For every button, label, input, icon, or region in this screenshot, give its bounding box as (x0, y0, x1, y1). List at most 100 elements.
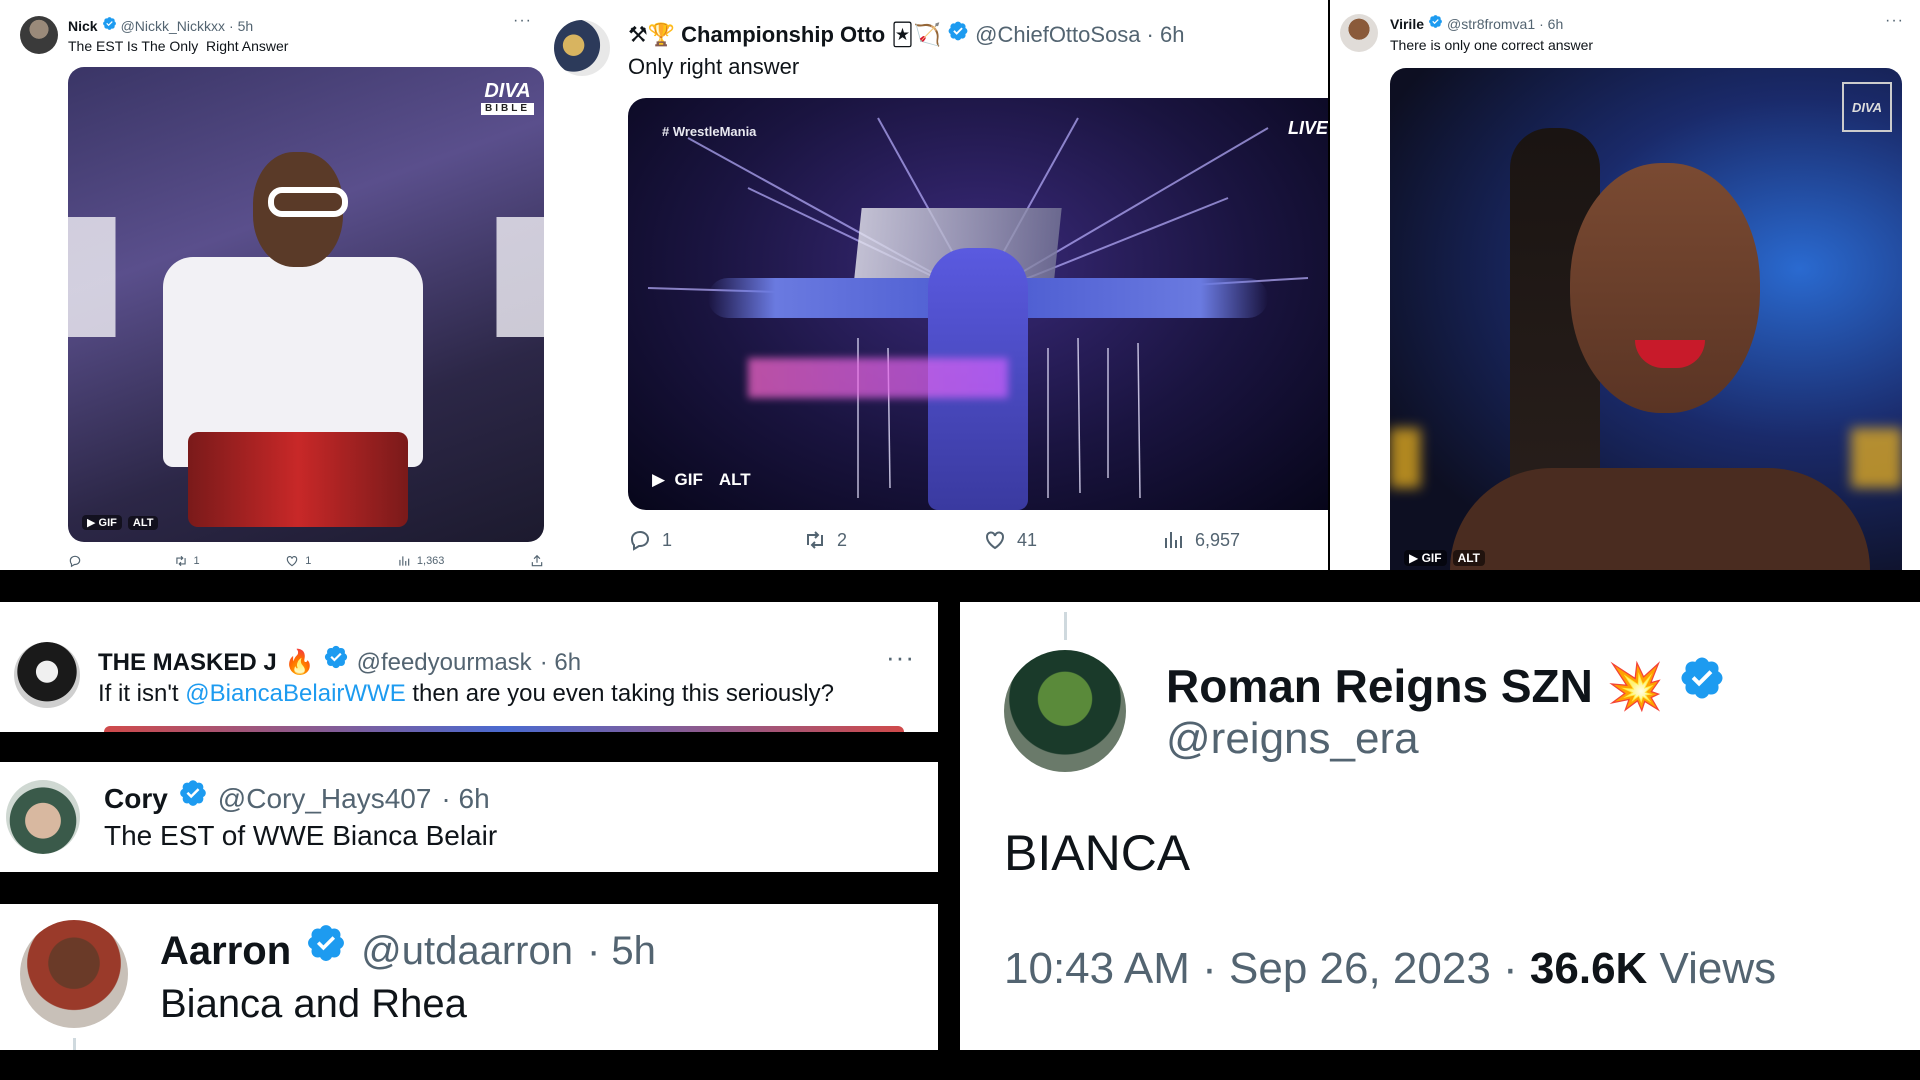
share-icon (530, 554, 544, 568)
wrestlemania-hashtag: # WrestleMania (662, 124, 757, 139)
diva-bible-watermark: DIVA BIBLE (481, 81, 534, 115)
author-name[interactable]: Cory (104, 783, 168, 815)
tweet-text: If it isn't @BiancaBelairWWE then are yo… (98, 680, 834, 707)
alt-text-button[interactable]: ALT (1452, 550, 1486, 566)
play-icon: ▶ (87, 517, 96, 529)
tweet-nick[interactable]: Nick @Nickk_Nickkxx · 5h ··· The EST Is … (0, 0, 548, 570)
diva-watermark: DIVA (1842, 82, 1892, 132)
author-name[interactable]: Championship Otto (681, 22, 885, 48)
person-shoulders (1450, 468, 1870, 570)
author-name[interactable]: Aarron (160, 929, 291, 974)
avatar[interactable] (1004, 650, 1126, 772)
fire-emoji: 🔥 (284, 649, 315, 676)
author-name[interactable]: THE MASKED J (98, 649, 277, 677)
play-icon: ▶ (1409, 551, 1419, 565)
reply-icon (68, 554, 82, 568)
author-name[interactable]: Virile (1390, 16, 1424, 32)
alt-text-button[interactable]: ALT (127, 515, 159, 530)
more-options-icon[interactable]: ··· (886, 642, 915, 673)
alt-text-button[interactable]: ALT (719, 470, 751, 490)
tweet-otto[interactable]: ⚒🏆 Championship Otto 🃏🏹 @ChiefOttoSosa ·… (548, 0, 1328, 570)
play-gif-button[interactable]: ▶ GIF (1404, 550, 1447, 566)
thread-line (1064, 612, 1067, 640)
share-button[interactable] (530, 554, 544, 568)
sunglasses (268, 187, 348, 217)
like-button[interactable]: 1 (285, 554, 311, 568)
tweet-virile[interactable]: Virile @str8fromva1 · 6h ··· There is on… (1330, 0, 1920, 570)
tweet-aarron[interactable]: Aarron @utdaarron · 5h Bianca and Rhea (0, 904, 938, 1050)
live-indicator: LIVE (1287, 118, 1328, 138)
post-time[interactable]: · 6h (540, 649, 581, 677)
like-button[interactable]: 41 (983, 528, 1161, 552)
post-time[interactable]: · 5h (587, 929, 656, 974)
verified-badge-icon (178, 778, 208, 808)
author-handle[interactable]: @reigns_era (1166, 714, 1419, 764)
verified-badge-icon (323, 644, 349, 670)
author-name[interactable]: Roman Reigns SZN (1166, 659, 1593, 713)
reply-button[interactable]: 1 (628, 528, 803, 552)
action-bar: 1 1 1,363 (68, 554, 544, 568)
avatar[interactable] (6, 780, 80, 854)
views-button[interactable]: 1,363 (397, 554, 444, 568)
tweet-text: The EST of WWE Bianca Belair (104, 820, 498, 851)
tweet-masked-j[interactable]: THE MASKED J 🔥 @feedyourmask · 6h ··· If… (0, 602, 938, 732)
tweet-timestamp[interactable]: 10:43 AM · Sep 26, 2023 · 36.6K Views (1004, 944, 1776, 994)
author-handle[interactable]: @Cory_Hays407 (218, 783, 432, 815)
reply-icon (628, 528, 652, 552)
author-handle[interactable]: @utdaarron (361, 929, 573, 974)
gif-media[interactable]: # WrestleMania LIVE ▶ GIF ALT (628, 98, 1328, 510)
post-time[interactable]: · 6h (1539, 16, 1563, 32)
stage-lights (748, 358, 1008, 398)
author-name[interactable]: Nick (68, 18, 98, 34)
tweet-cory[interactable]: Cory @Cory_Hays407 · 6h The EST of WWE B… (0, 762, 938, 872)
tweet-text: There is only one correct answer (1390, 37, 1594, 53)
reply-button[interactable] (68, 554, 88, 568)
repost-icon (803, 528, 827, 552)
tweet-text: Only right answer (628, 54, 800, 79)
avatar[interactable] (20, 920, 128, 1028)
post-time[interactable]: · 5h (229, 18, 253, 34)
verified-badge-icon (102, 16, 117, 31)
gif-media[interactable]: DIVA ▶ GIF ALT (1390, 68, 1902, 570)
gif-media[interactable]: DIVA BIBLE ▶ GIF ALT (68, 67, 544, 542)
heart-icon (983, 528, 1007, 552)
verified-badge-icon (1428, 14, 1443, 29)
verified-badge-icon (1678, 654, 1726, 702)
tweet-text: Bianca and Rhea (160, 982, 467, 1026)
more-options-icon[interactable]: ··· (513, 12, 532, 30)
play-gif-button[interactable]: ▶ GIF (82, 515, 122, 530)
tweet-text: BIANCA (1004, 825, 1191, 881)
avatar[interactable] (14, 642, 80, 708)
verified-badge-icon (305, 922, 347, 964)
tweet-text: The EST Is The Only Right Answer (68, 38, 289, 54)
author-handle[interactable]: @str8fromva1 (1447, 16, 1535, 32)
verified-badge-icon (947, 20, 969, 42)
repost-button[interactable]: 2 (803, 528, 983, 552)
mention-link[interactable]: @BiancaBelairWWE (185, 680, 405, 707)
name-emoji-prefix: ⚒🏆 (628, 22, 676, 47)
views-icon (397, 554, 411, 568)
views-button[interactable]: 6,957 (1161, 528, 1240, 552)
action-bar: 1 2 41 6,957 (628, 528, 1240, 552)
author-handle[interactable]: @Nickk_Nickkxx (121, 18, 225, 34)
heart-icon (285, 554, 299, 568)
avatar[interactable] (554, 20, 610, 76)
repost-button[interactable]: 1 (174, 554, 200, 568)
avatar[interactable] (20, 16, 58, 54)
play-gif-button[interactable]: ▶ GIF (652, 470, 703, 490)
collision-emoji: 💥 (1606, 660, 1665, 712)
tweet-roman[interactable]: Roman Reigns SZN 💥 @reigns_era BIANCA 10… (960, 602, 1920, 1050)
repost-icon (174, 554, 188, 568)
play-icon: ▶ (652, 470, 666, 489)
author-handle[interactable]: @ChiefOttoSosa (975, 22, 1140, 48)
thread-line (73, 1038, 76, 1050)
name-emoji-suffix: 🃏🏹 (891, 22, 942, 47)
views-count: 36.6K (1529, 944, 1648, 993)
person-face (1570, 163, 1760, 413)
post-time[interactable]: · 6h (1147, 22, 1185, 48)
media-preview-edge[interactable] (104, 726, 904, 732)
avatar[interactable] (1340, 14, 1378, 52)
post-time[interactable]: · 6h (441, 783, 489, 815)
more-options-icon[interactable]: ··· (1885, 12, 1904, 30)
author-handle[interactable]: @feedyourmask (357, 649, 532, 677)
